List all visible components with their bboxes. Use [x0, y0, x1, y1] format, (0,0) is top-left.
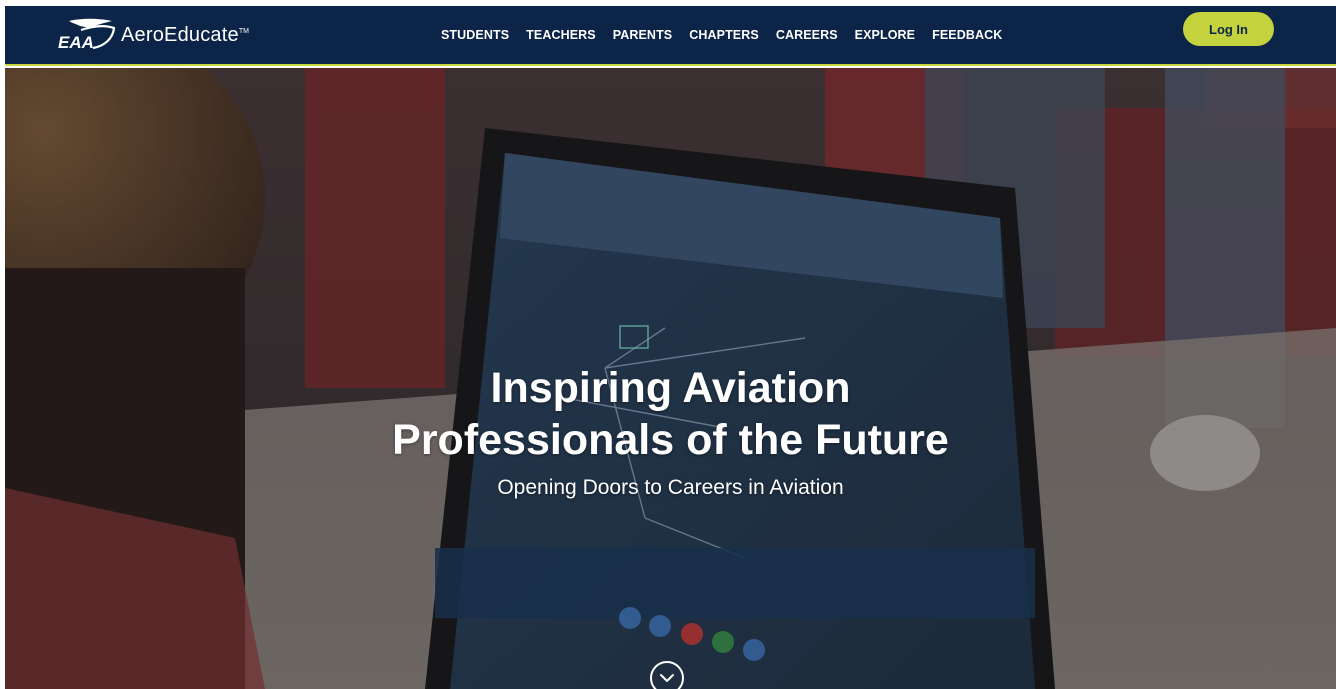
nav-teachers[interactable]: TEACHERS	[526, 28, 596, 42]
hero-subtitle: Opening Doors to Careers in Aviation	[497, 476, 844, 499]
scroll-down-button[interactable]	[650, 661, 684, 689]
hero-title-line-1: Inspiring Aviation	[490, 364, 851, 412]
hero-section: Inspiring Aviation Professionals of the …	[5, 68, 1336, 689]
nav-feedback[interactable]: FEEDBACK	[932, 28, 1002, 42]
main-nav: STUDENTS TEACHERS PARENTS CHAPTERS CAREE…	[441, 6, 1002, 64]
nav-explore[interactable]: EXPLORE	[855, 28, 915, 42]
hero-title: Inspiring Aviation Professionals of the …	[5, 362, 1336, 466]
nav-careers[interactable]: CAREERS	[776, 28, 838, 42]
chevron-down-icon	[660, 674, 674, 682]
site-header: EAA AeroEducate TM STUDENTS TEACHERS PARE…	[5, 6, 1336, 66]
brand-name: AeroEducate	[121, 23, 239, 46]
login-button[interactable]: Log In	[1183, 12, 1274, 46]
svg-text:EAA: EAA	[58, 33, 94, 52]
logo[interactable]: EAA AeroEducate TM	[55, 15, 249, 55]
nav-parents[interactable]: PARENTS	[613, 28, 673, 42]
page-frame: EAA AeroEducate TM STUDENTS TEACHERS PARE…	[5, 6, 1336, 689]
hero-title-line-2: Professionals of the Future	[392, 416, 949, 464]
nav-students[interactable]: STUDENTS	[441, 28, 509, 42]
trademark-mark: TM	[238, 27, 249, 35]
eaa-logo-icon: EAA	[58, 18, 116, 52]
nav-chapters[interactable]: CHAPTERS	[689, 28, 759, 42]
